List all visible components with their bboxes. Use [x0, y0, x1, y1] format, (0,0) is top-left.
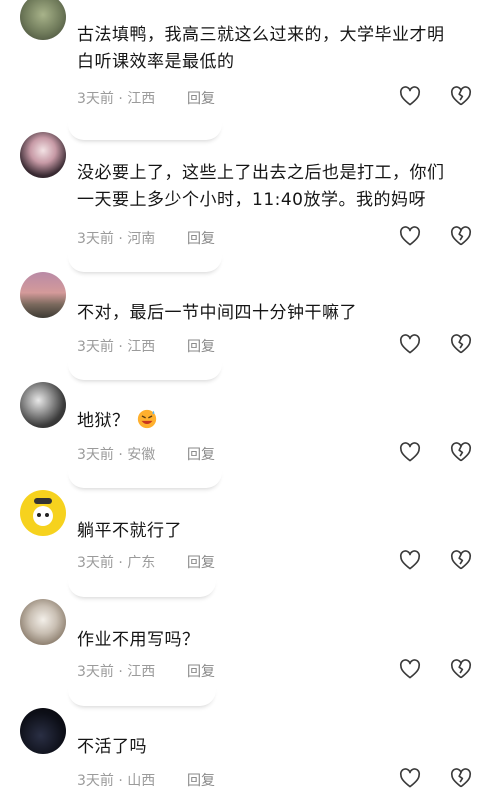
comment-text: 没必要上了，这些上了出去之后也是打工，你们一天要上多少个小时，11:40放学。我… [77, 163, 445, 210]
comment-text: 不活了吗 [77, 737, 147, 757]
cartoon-avatar-icon [33, 498, 53, 526]
comment-meta: 3天前 · 山西 回复 [77, 770, 215, 790]
comment-time: 3天前 · 江西 [77, 91, 156, 107]
avatar[interactable] [20, 272, 66, 318]
reply-button[interactable]: 回复 [187, 552, 215, 572]
heart-outline-icon[interactable] [399, 334, 421, 354]
reply-button[interactable]: 回复 [187, 661, 215, 681]
username-placeholder [68, 358, 222, 380]
username-placeholder [68, 575, 216, 597]
broken-heart-outline-icon[interactable] [450, 659, 472, 679]
broken-heart-outline-icon[interactable] [450, 86, 472, 106]
heart-outline-icon[interactable] [399, 550, 421, 570]
comment-meta: 3天前 · 广东 回复 [77, 552, 215, 572]
username-placeholder [68, 118, 222, 140]
comment-text: 古法填鸭，我高三就这么过来的，大学毕业才明白听课效率是最低的 [77, 25, 445, 72]
comment-time: 3天前 · 江西 [77, 339, 156, 355]
comment-meta: 3天前 · 江西 回复 [77, 88, 215, 108]
comment-time: 3天前 · 安徽 [77, 447, 156, 463]
comment-meta: 3天前 · 江西 回复 [77, 336, 215, 356]
reply-button[interactable]: 回复 [187, 444, 215, 464]
avatar[interactable] [20, 132, 66, 178]
username-placeholder [68, 684, 216, 706]
heart-outline-icon[interactable] [399, 768, 421, 788]
heart-outline-icon[interactable] [399, 659, 421, 679]
broken-heart-outline-icon[interactable] [450, 442, 472, 462]
comment-time: 3天前 · 山西 [77, 773, 156, 789]
comment-time: 3天前 · 广东 [77, 555, 156, 571]
avatar[interactable] [20, 708, 66, 754]
avatar[interactable] [20, 0, 66, 40]
username-placeholder [68, 466, 222, 488]
reply-button[interactable]: 回复 [187, 336, 215, 356]
avatar[interactable] [20, 599, 66, 645]
heart-outline-icon[interactable] [399, 442, 421, 462]
comment-meta: 3天前 · 河南 回复 [77, 228, 215, 248]
broken-heart-outline-icon[interactable] [450, 768, 472, 788]
comment-time: 3天前 · 江西 [77, 664, 156, 680]
comment-meta: 3天前 · 安徽 回复 [77, 444, 215, 464]
reply-button[interactable]: 回复 [187, 88, 215, 108]
heart-outline-icon[interactable] [399, 226, 421, 246]
username-placeholder [68, 250, 222, 272]
comment-meta: 3天前 · 江西 回复 [77, 661, 215, 681]
comment-text: 地狱？ [77, 408, 459, 435]
reply-button[interactable]: 回复 [187, 228, 215, 248]
comment-text: 不对，最后一节中间四十分钟干嘛了 [77, 303, 357, 323]
broken-heart-outline-icon[interactable] [450, 550, 472, 570]
comment-time: 3天前 · 河南 [77, 231, 156, 247]
heart-outline-icon[interactable] [399, 86, 421, 106]
broken-heart-outline-icon[interactable] [450, 226, 472, 246]
avatar[interactable] [20, 382, 66, 428]
comment-text: 作业不用写吗？ [77, 630, 200, 650]
avatar[interactable] [20, 490, 66, 536]
comment-text: 躺平不就行了 [77, 521, 182, 541]
reply-button[interactable]: 回复 [187, 770, 215, 790]
grinning-sweat-emoji-icon [137, 409, 156, 429]
broken-heart-outline-icon[interactable] [450, 334, 472, 354]
